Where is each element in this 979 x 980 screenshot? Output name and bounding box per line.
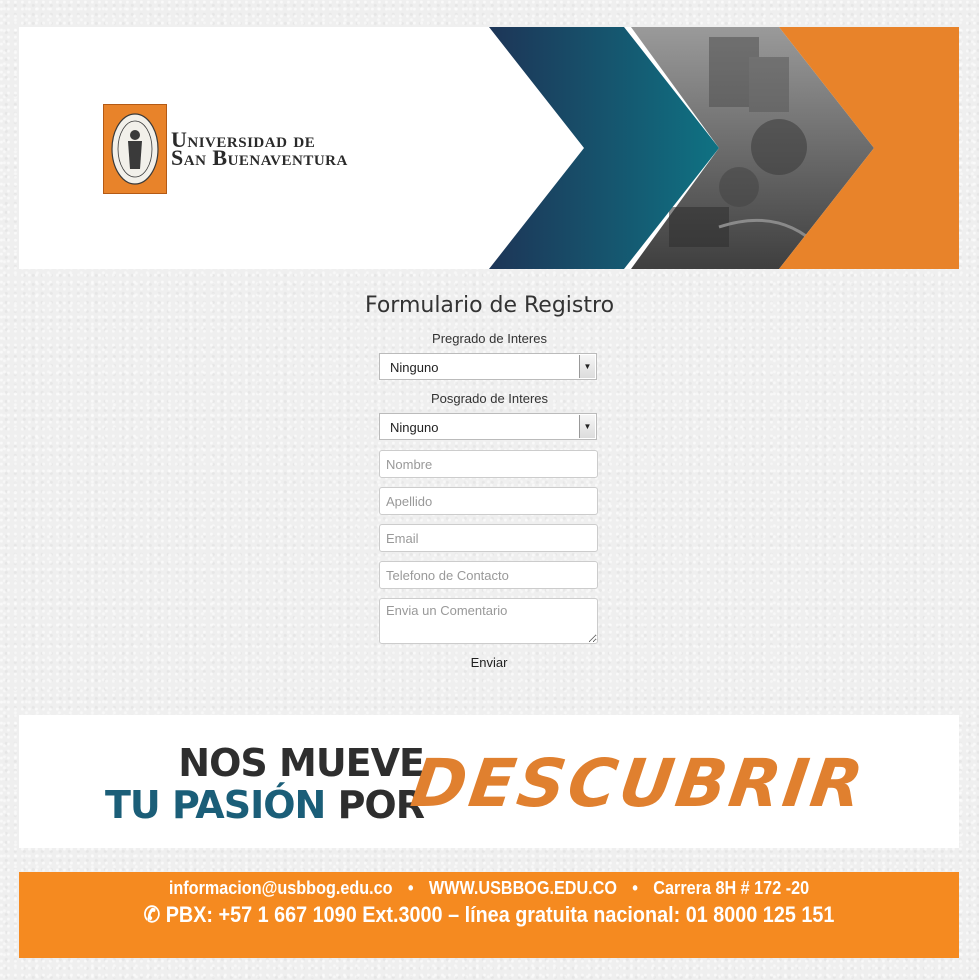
posgrado-select-value: Ninguno <box>390 420 439 435</box>
slogan-line1: NOS MUEVE <box>178 741 425 785</box>
pregrado-select-value: Ninguno <box>390 360 439 375</box>
footer-line1: informacion@usbbog.edu.co • WWW.USBBOG.E… <box>66 878 912 899</box>
footer-address: Carrera 8H # 172 -20 <box>653 878 810 898</box>
telefono-input[interactable] <box>379 561 598 589</box>
phone-icon: ✆ <box>143 902 161 927</box>
university-logo: Universidad de San Buenaventura <box>103 104 348 194</box>
nombre-input[interactable] <box>379 450 598 478</box>
footer-website: WWW.USBBOG.EDU.CO <box>428 878 617 898</box>
chevron-down-icon[interactable]: ▼ <box>579 355 595 378</box>
slogan-highlight: DESCUBRIR <box>406 745 871 822</box>
pregrado-label: Pregrado de Interes <box>432 331 547 346</box>
university-seal-icon <box>103 104 167 194</box>
posgrado-label: Posgrado de Interes <box>430 391 549 406</box>
slogan-line2: TU PASIÓN POR <box>104 783 425 827</box>
footer-separator: • <box>407 878 414 898</box>
form-title: Formulario de Registro <box>364 293 615 318</box>
footer-line2: ✆ PBX: +57 1 667 1090 Ext.3000 – línea g… <box>66 902 912 928</box>
pregrado-select[interactable]: Ninguno ▼ <box>379 353 597 380</box>
footer-contact-bar: informacion@usbbog.edu.co • WWW.USBBOG.E… <box>19 872 959 958</box>
slogan-line2-part1: TU PASIÓN <box>104 783 326 827</box>
footer-phone: PBX: +57 1 667 1090 Ext.3000 – línea gra… <box>165 902 835 927</box>
apellido-input[interactable] <box>379 487 598 515</box>
footer-email: informacion@usbbog.edu.co <box>168 878 393 898</box>
enviar-button[interactable]: Enviar <box>459 652 519 672</box>
footer-separator: • <box>632 878 638 898</box>
slogan-text: NOS MUEVE TU PASIÓN POR <box>104 741 425 827</box>
posgrado-select[interactable]: Ninguno ▼ <box>379 413 597 440</box>
email-input[interactable] <box>379 524 598 552</box>
chevron-down-icon[interactable]: ▼ <box>579 415 595 438</box>
university-name-line2: San Buenaventura <box>171 145 348 170</box>
header-banner: Universidad de San Buenaventura <box>19 27 959 269</box>
comentario-textarea[interactable] <box>379 598 598 644</box>
